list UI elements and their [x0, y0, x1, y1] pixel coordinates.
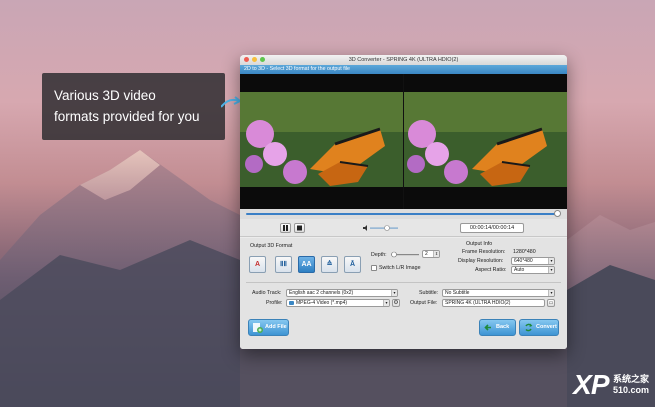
side-by-side-half-icon: ⅡⅡ: [280, 261, 287, 268]
window-title: 3D Converter - SPRING 4K (ULTRA HDIO(2): [348, 57, 459, 63]
output-info-heading: Output Info: [466, 241, 493, 247]
video-format-icon: [289, 301, 294, 305]
format-top-bottom-half-button[interactable]: ≙: [321, 256, 338, 273]
depth-label: Depth:: [371, 252, 387, 258]
settings-panel: Output 3D Format A ⅡⅡ AA ≙ Ā Depth: 2 ⇕ …: [240, 238, 567, 349]
preview-right-image: [403, 74, 568, 209]
aspect-ratio-value: Auto: [514, 267, 525, 273]
profile-value: MPEG-4 Video (*.mp4): [296, 300, 348, 306]
profile-settings-button[interactable]: ⚙: [392, 299, 400, 307]
top-bottom-full-icon: Ā: [349, 261, 356, 268]
folder-icon: ▭: [548, 300, 554, 306]
add-file-icon: [253, 323, 263, 333]
convert-icon: [525, 323, 533, 332]
zoom-window-icon[interactable]: [260, 57, 265, 62]
convert-label: Convert: [536, 324, 557, 330]
subtitle-select[interactable]: No Subtitle ▾: [442, 289, 555, 297]
side-by-side-full-icon: AA: [301, 261, 312, 268]
top-bottom-half-icon: ≙: [326, 261, 333, 268]
divider: [246, 282, 561, 283]
audio-track-value: English aac 2 channels (0x2): [289, 290, 354, 296]
frame-resolution-value: 1280*480: [513, 249, 536, 255]
watermark-brand: XP: [573, 369, 609, 400]
chevron-down-icon: ▾: [548, 267, 554, 273]
volume-slider[interactable]: [363, 224, 399, 232]
playback-controls: 00:00:14/00:00:14: [240, 219, 567, 237]
output-3d-format-heading: Output 3D Format: [250, 243, 293, 249]
switch-lr-checkbox[interactable]: [371, 265, 377, 271]
converter-window: 3D Converter - SPRING 4K (ULTRA HDIO(2) …: [240, 55, 567, 349]
time-display: 00:00:14/00:00:14: [460, 223, 524, 233]
window-titlebar[interactable]: 3D Converter - SPRING 4K (ULTRA HDIO(2): [240, 55, 567, 65]
stop-button[interactable]: [294, 223, 305, 233]
audio-track-select[interactable]: English aac 2 channels (0x2) ▾: [286, 289, 398, 297]
format-side-by-side-half-button[interactable]: ⅡⅡ: [275, 256, 292, 273]
profile-label: Profile:: [266, 300, 283, 306]
switch-lr-label: Switch L/R Image: [379, 265, 421, 271]
progress-track[interactable]: [246, 213, 559, 215]
display-resolution-value: 640*480: [514, 258, 533, 264]
minimize-window-icon[interactable]: [252, 57, 257, 62]
aspect-ratio-select[interactable]: Auto ▾: [511, 266, 555, 274]
add-file-button[interactable]: Add File: [248, 319, 289, 336]
add-file-label: Add File: [265, 324, 287, 330]
chevron-down-icon: ▾: [391, 290, 397, 296]
convert-button[interactable]: Convert: [519, 319, 559, 336]
back-button[interactable]: Back: [479, 319, 516, 336]
progress-bar[interactable]: [240, 209, 567, 219]
output-file-label: Output File:: [410, 300, 438, 306]
format-anaglyph-button[interactable]: A: [249, 256, 266, 273]
output-file-value: SPRING 4K (ULTRA HDIO(2): [445, 300, 511, 306]
pause-button[interactable]: [280, 223, 291, 233]
back-arrow-icon: [484, 324, 491, 331]
chevron-down-icon: ▾: [548, 290, 554, 296]
progress-knob[interactable]: [554, 210, 561, 217]
profile-select[interactable]: MPEG-4 Video (*.mp4) ▾: [286, 299, 390, 307]
aspect-ratio-label: Aspect Ratio:: [475, 267, 507, 273]
subtitle-value: No Subtitle: [445, 290, 470, 296]
frame-resolution-label: Frame Resolution:: [462, 249, 506, 255]
callout-line-2: formats provided for you: [54, 109, 200, 124]
video-preview: [240, 74, 567, 209]
display-resolution-select[interactable]: 640*480 ▾: [511, 257, 555, 265]
preview-left-image: [240, 74, 404, 209]
subtitle-label: Subtitle:: [419, 290, 439, 296]
speaker-icon: [363, 225, 367, 231]
format-side-by-side-full-button[interactable]: AA: [298, 256, 315, 273]
depth-value: 2: [425, 251, 428, 257]
depth-stepper[interactable]: 2 ⇕: [422, 250, 440, 258]
audio-track-label: Audio Track:: [252, 290, 282, 296]
watermark-num: 510.com: [612, 385, 649, 395]
gear-icon: ⚙: [393, 300, 399, 306]
close-window-icon[interactable]: [244, 57, 249, 62]
back-label: Back: [496, 324, 510, 330]
pause-icon: [283, 225, 288, 231]
callout-line-1: Various 3D video: [54, 88, 156, 103]
chevron-down-icon: ▾: [383, 300, 389, 306]
pointer-arrow-icon: [221, 96, 241, 108]
anaglyph-icon: A: [254, 261, 261, 268]
stop-icon: [297, 225, 302, 231]
mode-subtitle: 2D to 3D - Select 3D format for the outp…: [240, 65, 567, 74]
stepper-arrows-icon[interactable]: ⇕: [433, 251, 439, 257]
watermark-sub: 系统之家: [612, 374, 649, 384]
depth-slider[interactable]: [390, 251, 420, 258]
feature-callout: Various 3D video formats provided for yo…: [42, 73, 241, 140]
display-resolution-label: Display Resolution:: [458, 258, 504, 264]
chevron-down-icon: ▾: [548, 258, 554, 264]
output-file-field[interactable]: SPRING 4K (ULTRA HDIO(2): [442, 299, 545, 307]
browse-output-button[interactable]: ▭: [547, 299, 555, 307]
format-top-bottom-full-button[interactable]: Ā: [344, 256, 361, 273]
site-watermark: XP 系统之家 510.com: [573, 369, 649, 401]
